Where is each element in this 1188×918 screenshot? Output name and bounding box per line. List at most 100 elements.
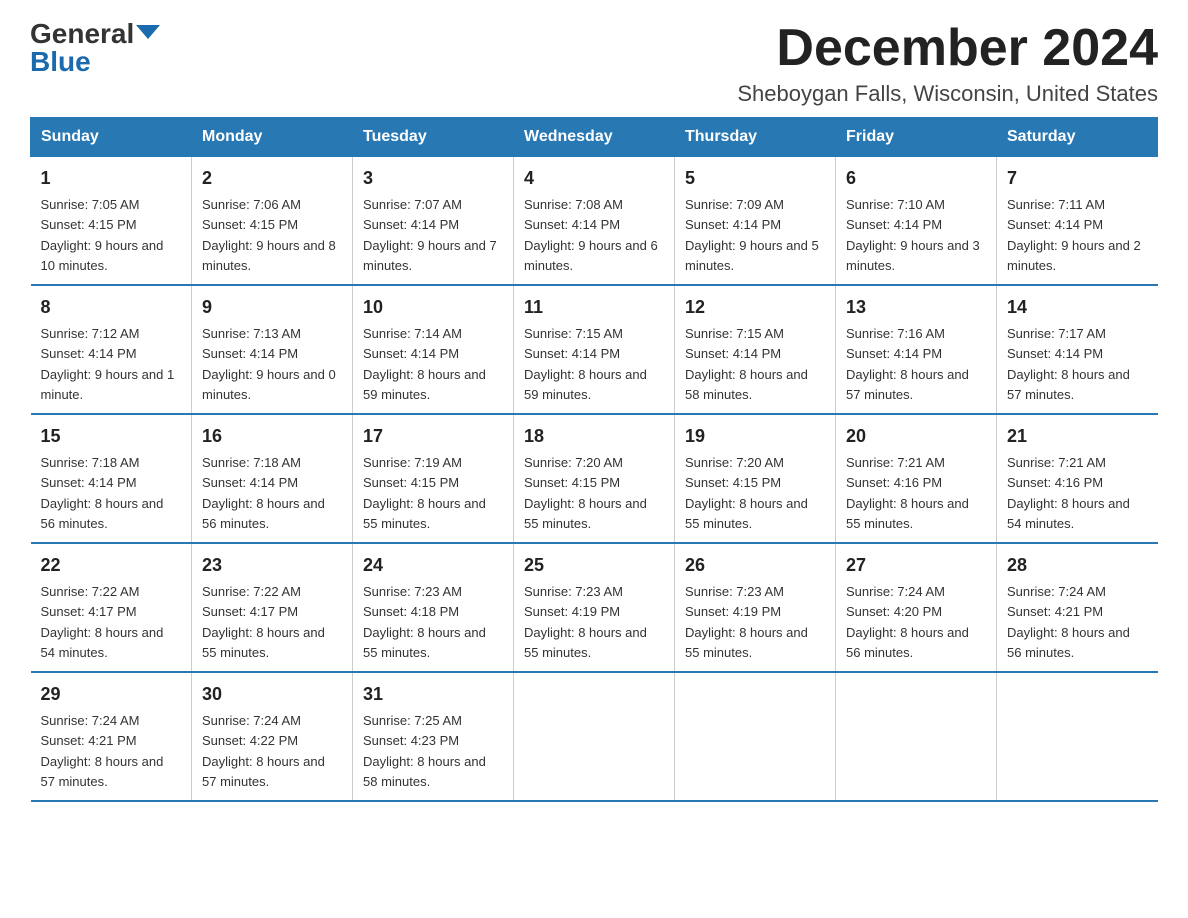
day-info: Sunrise: 7:20 AMSunset: 4:15 PMDaylight:…	[524, 455, 647, 531]
table-row: 28 Sunrise: 7:24 AMSunset: 4:21 PMDaylig…	[997, 543, 1158, 672]
table-row: 24 Sunrise: 7:23 AMSunset: 4:18 PMDaylig…	[353, 543, 514, 672]
header-wednesday: Wednesday	[514, 118, 675, 157]
day-info: Sunrise: 7:25 AMSunset: 4:23 PMDaylight:…	[363, 713, 486, 789]
day-info: Sunrise: 7:08 AMSunset: 4:14 PMDaylight:…	[524, 197, 658, 273]
table-row: 5 Sunrise: 7:09 AMSunset: 4:14 PMDayligh…	[675, 157, 836, 286]
logo-general: General	[30, 18, 134, 49]
day-info: Sunrise: 7:15 AMSunset: 4:14 PMDaylight:…	[685, 326, 808, 402]
header-friday: Friday	[836, 118, 997, 157]
day-info: Sunrise: 7:21 AMSunset: 4:16 PMDaylight:…	[1007, 455, 1130, 531]
day-info: Sunrise: 7:17 AMSunset: 4:14 PMDaylight:…	[1007, 326, 1130, 402]
day-number: 11	[524, 294, 664, 321]
day-number: 28	[1007, 552, 1148, 579]
title-section: December 2024 Sheboygan Falls, Wisconsin…	[737, 20, 1158, 107]
day-info: Sunrise: 7:12 AMSunset: 4:14 PMDaylight:…	[41, 326, 175, 402]
table-row: 12 Sunrise: 7:15 AMSunset: 4:14 PMDaylig…	[675, 285, 836, 414]
day-info: Sunrise: 7:22 AMSunset: 4:17 PMDaylight:…	[202, 584, 325, 660]
table-row: 30 Sunrise: 7:24 AMSunset: 4:22 PMDaylig…	[192, 672, 353, 801]
calendar-week-row: 29 Sunrise: 7:24 AMSunset: 4:21 PMDaylig…	[31, 672, 1158, 801]
day-info: Sunrise: 7:18 AMSunset: 4:14 PMDaylight:…	[202, 455, 325, 531]
day-info: Sunrise: 7:22 AMSunset: 4:17 PMDaylight:…	[41, 584, 164, 660]
header-sunday: Sunday	[31, 118, 192, 157]
day-number: 9	[202, 294, 342, 321]
day-number: 26	[685, 552, 825, 579]
table-row: 26 Sunrise: 7:23 AMSunset: 4:19 PMDaylig…	[675, 543, 836, 672]
day-number: 29	[41, 681, 182, 708]
day-info: Sunrise: 7:24 AMSunset: 4:20 PMDaylight:…	[846, 584, 969, 660]
day-number: 31	[363, 681, 503, 708]
day-number: 3	[363, 165, 503, 192]
day-info: Sunrise: 7:21 AMSunset: 4:16 PMDaylight:…	[846, 455, 969, 531]
day-number: 5	[685, 165, 825, 192]
table-row: 6 Sunrise: 7:10 AMSunset: 4:14 PMDayligh…	[836, 157, 997, 286]
table-row: 15 Sunrise: 7:18 AMSunset: 4:14 PMDaylig…	[31, 414, 192, 543]
header-saturday: Saturday	[997, 118, 1158, 157]
day-info: Sunrise: 7:20 AMSunset: 4:15 PMDaylight:…	[685, 455, 808, 531]
day-info: Sunrise: 7:18 AMSunset: 4:14 PMDaylight:…	[41, 455, 164, 531]
table-row: 27 Sunrise: 7:24 AMSunset: 4:20 PMDaylig…	[836, 543, 997, 672]
logo-triangle-icon	[136, 25, 160, 39]
table-row: 23 Sunrise: 7:22 AMSunset: 4:17 PMDaylig…	[192, 543, 353, 672]
day-number: 16	[202, 423, 342, 450]
table-row: 8 Sunrise: 7:12 AMSunset: 4:14 PMDayligh…	[31, 285, 192, 414]
table-row: 17 Sunrise: 7:19 AMSunset: 4:15 PMDaylig…	[353, 414, 514, 543]
table-row: 11 Sunrise: 7:15 AMSunset: 4:14 PMDaylig…	[514, 285, 675, 414]
day-info: Sunrise: 7:23 AMSunset: 4:19 PMDaylight:…	[685, 584, 808, 660]
day-info: Sunrise: 7:23 AMSunset: 4:19 PMDaylight:…	[524, 584, 647, 660]
day-number: 7	[1007, 165, 1148, 192]
day-info: Sunrise: 7:19 AMSunset: 4:15 PMDaylight:…	[363, 455, 486, 531]
day-number: 18	[524, 423, 664, 450]
header-monday: Monday	[192, 118, 353, 157]
day-info: Sunrise: 7:16 AMSunset: 4:14 PMDaylight:…	[846, 326, 969, 402]
day-info: Sunrise: 7:14 AMSunset: 4:14 PMDaylight:…	[363, 326, 486, 402]
day-number: 30	[202, 681, 342, 708]
table-row	[997, 672, 1158, 801]
table-row: 14 Sunrise: 7:17 AMSunset: 4:14 PMDaylig…	[997, 285, 1158, 414]
day-number: 19	[685, 423, 825, 450]
table-row	[675, 672, 836, 801]
table-row: 22 Sunrise: 7:22 AMSunset: 4:17 PMDaylig…	[31, 543, 192, 672]
day-number: 4	[524, 165, 664, 192]
day-number: 12	[685, 294, 825, 321]
location: Sheboygan Falls, Wisconsin, United State…	[737, 81, 1158, 107]
day-number: 15	[41, 423, 182, 450]
table-row: 16 Sunrise: 7:18 AMSunset: 4:14 PMDaylig…	[192, 414, 353, 543]
table-row: 20 Sunrise: 7:21 AMSunset: 4:16 PMDaylig…	[836, 414, 997, 543]
logo: General Blue	[30, 20, 160, 76]
table-row: 3 Sunrise: 7:07 AMSunset: 4:14 PMDayligh…	[353, 157, 514, 286]
table-row: 21 Sunrise: 7:21 AMSunset: 4:16 PMDaylig…	[997, 414, 1158, 543]
table-row: 7 Sunrise: 7:11 AMSunset: 4:14 PMDayligh…	[997, 157, 1158, 286]
day-info: Sunrise: 7:10 AMSunset: 4:14 PMDaylight:…	[846, 197, 980, 273]
table-row: 25 Sunrise: 7:23 AMSunset: 4:19 PMDaylig…	[514, 543, 675, 672]
day-info: Sunrise: 7:13 AMSunset: 4:14 PMDaylight:…	[202, 326, 336, 402]
day-number: 27	[846, 552, 986, 579]
day-info: Sunrise: 7:05 AMSunset: 4:15 PMDaylight:…	[41, 197, 164, 273]
calendar-week-row: 15 Sunrise: 7:18 AMSunset: 4:14 PMDaylig…	[31, 414, 1158, 543]
page-header: General Blue December 2024 Sheboygan Fal…	[30, 20, 1158, 107]
table-row: 31 Sunrise: 7:25 AMSunset: 4:23 PMDaylig…	[353, 672, 514, 801]
day-number: 2	[202, 165, 342, 192]
day-info: Sunrise: 7:11 AMSunset: 4:14 PMDaylight:…	[1007, 197, 1141, 273]
day-number: 1	[41, 165, 182, 192]
day-info: Sunrise: 7:24 AMSunset: 4:21 PMDaylight:…	[41, 713, 164, 789]
day-info: Sunrise: 7:24 AMSunset: 4:22 PMDaylight:…	[202, 713, 325, 789]
day-number: 13	[846, 294, 986, 321]
calendar-week-row: 22 Sunrise: 7:22 AMSunset: 4:17 PMDaylig…	[31, 543, 1158, 672]
day-number: 14	[1007, 294, 1148, 321]
header-thursday: Thursday	[675, 118, 836, 157]
day-info: Sunrise: 7:24 AMSunset: 4:21 PMDaylight:…	[1007, 584, 1130, 660]
table-row	[836, 672, 997, 801]
day-number: 22	[41, 552, 182, 579]
calendar-header-row: Sunday Monday Tuesday Wednesday Thursday…	[31, 118, 1158, 157]
table-row: 13 Sunrise: 7:16 AMSunset: 4:14 PMDaylig…	[836, 285, 997, 414]
day-number: 21	[1007, 423, 1148, 450]
day-info: Sunrise: 7:23 AMSunset: 4:18 PMDaylight:…	[363, 584, 486, 660]
table-row: 1 Sunrise: 7:05 AMSunset: 4:15 PMDayligh…	[31, 157, 192, 286]
table-row: 10 Sunrise: 7:14 AMSunset: 4:14 PMDaylig…	[353, 285, 514, 414]
day-info: Sunrise: 7:09 AMSunset: 4:14 PMDaylight:…	[685, 197, 819, 273]
day-number: 17	[363, 423, 503, 450]
calendar-week-row: 1 Sunrise: 7:05 AMSunset: 4:15 PMDayligh…	[31, 157, 1158, 286]
logo-text: General Blue	[30, 20, 160, 76]
day-info: Sunrise: 7:06 AMSunset: 4:15 PMDaylight:…	[202, 197, 336, 273]
header-tuesday: Tuesday	[353, 118, 514, 157]
